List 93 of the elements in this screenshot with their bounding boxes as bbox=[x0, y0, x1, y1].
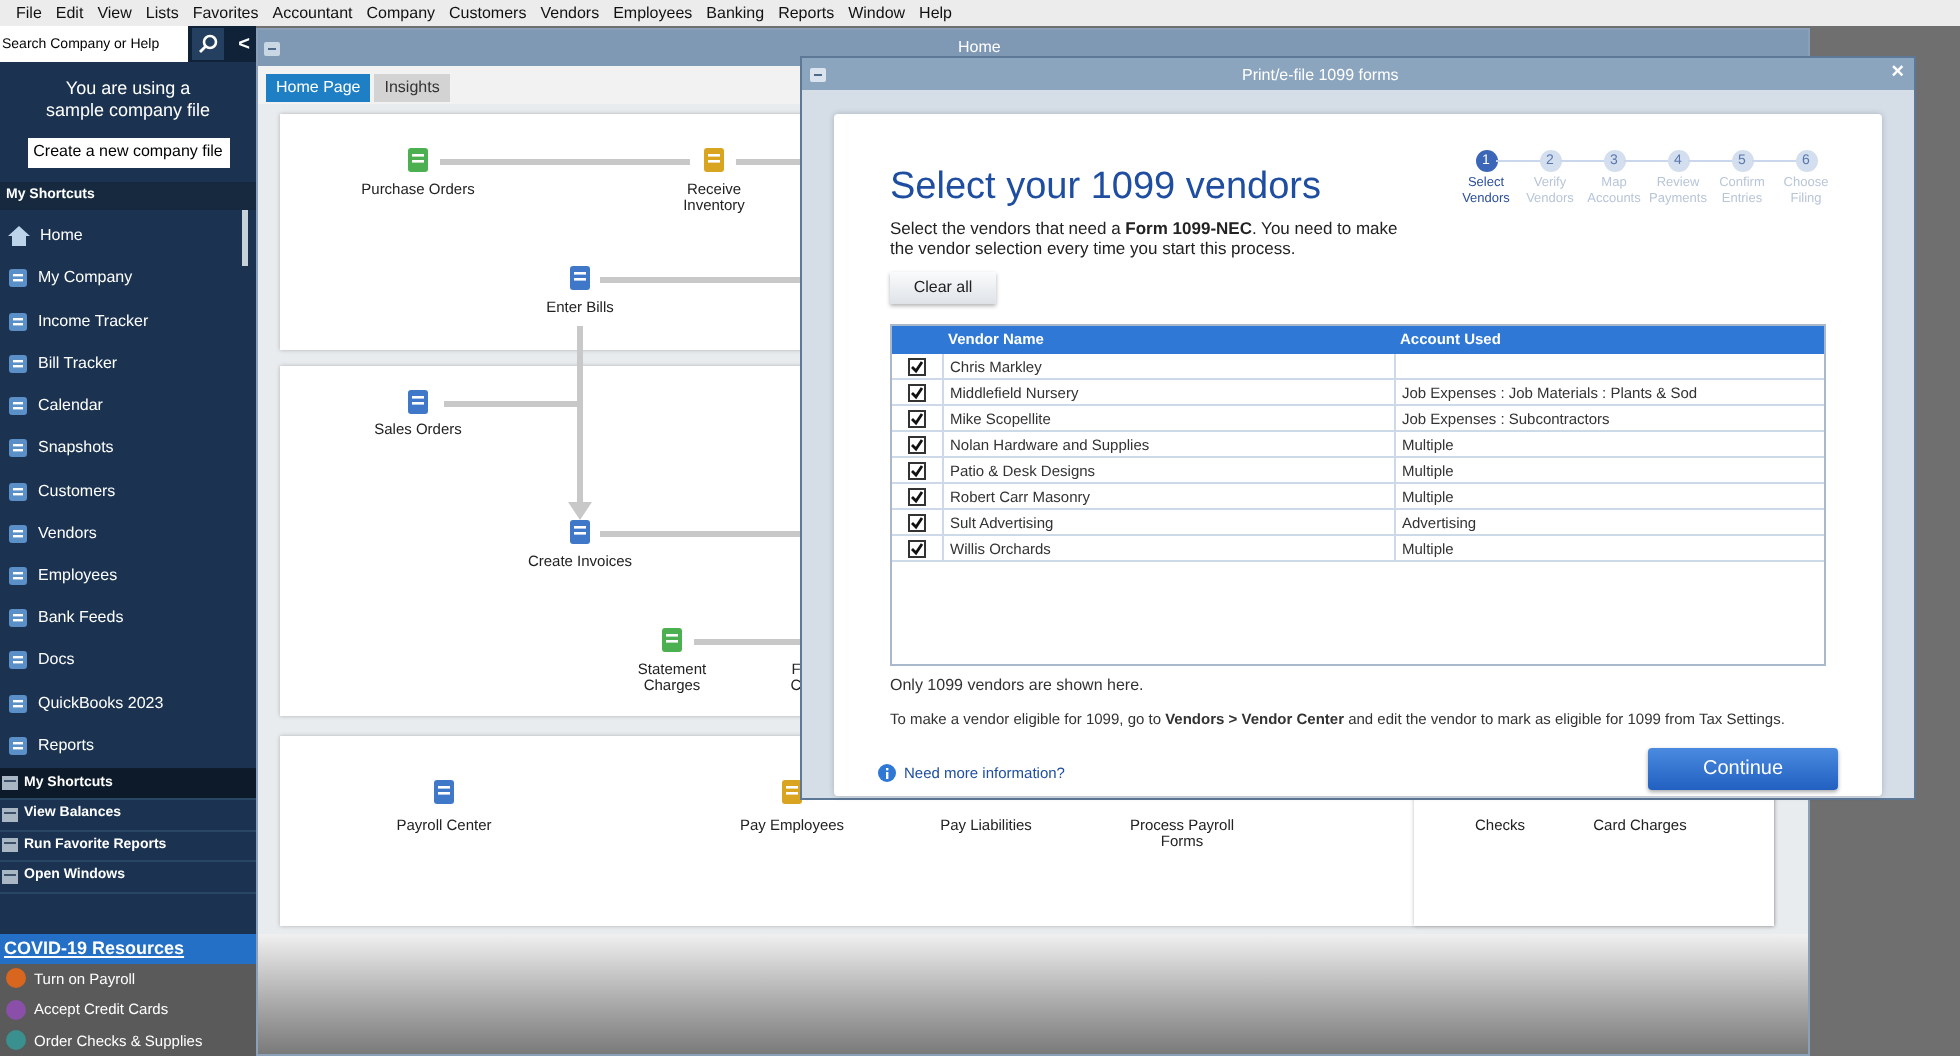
panel-icon bbox=[2, 807, 18, 822]
document-icon bbox=[406, 388, 430, 416]
shortcut-item[interactable]: Reports bbox=[0, 724, 256, 768]
menu-item[interactable]: Window bbox=[848, 5, 906, 21]
shortcut-item[interactable]: Bill Tracker bbox=[0, 342, 256, 385]
menu-item[interactable]: Favorites bbox=[192, 5, 259, 21]
tile-icon bbox=[8, 481, 28, 502]
menu-item[interactable]: Edit bbox=[55, 5, 84, 21]
shortcut-item[interactable]: Income Tracker bbox=[0, 299, 256, 343]
tab[interactable]: Home Page bbox=[266, 74, 371, 102]
shortcut-item[interactable]: Bank Feeds bbox=[0, 597, 256, 640]
search-icon bbox=[198, 34, 219, 55]
menu-item[interactable]: Company bbox=[366, 5, 436, 21]
menu-item[interactable]: Vendors bbox=[540, 5, 600, 21]
dialog-description: Select the vendors that need a Form 1099-NEC. You need to make the vendor selection every time you start this process. bbox=[890, 218, 1400, 258]
menu-item[interactable]: File bbox=[16, 5, 42, 21]
shortcut-label: Bill Tracker bbox=[38, 351, 118, 376]
shortcut-item[interactable]: Employees bbox=[0, 554, 256, 598]
shortcut-item[interactable]: Calendar bbox=[0, 384, 256, 428]
tile-icon bbox=[8, 693, 28, 714]
shortcut-label: Docs bbox=[38, 648, 75, 673]
promo-title[interactable]: COVID-19 Resources bbox=[0, 933, 256, 963]
shortcut-item[interactable]: Vendors bbox=[0, 512, 256, 555]
checkbox[interactable] bbox=[908, 435, 926, 453]
shortcut-label: QuickBooks 2023 bbox=[38, 691, 164, 716]
menu-item[interactable]: Accountant bbox=[272, 5, 353, 21]
document-icon bbox=[432, 778, 456, 806]
shortcut-label: Calendar bbox=[38, 394, 103, 419]
dialog-heading: Select your 1099 vendors bbox=[890, 166, 1323, 210]
checkbox[interactable] bbox=[908, 383, 926, 401]
tile-icon bbox=[8, 608, 28, 629]
shortcut-item[interactable]: My Company bbox=[0, 257, 256, 300]
shortcut-label: Income Tracker bbox=[38, 309, 149, 334]
shortcut-item[interactable]: QuickBooks 2023 bbox=[0, 682, 256, 725]
connector-line bbox=[444, 401, 580, 407]
checkbox[interactable] bbox=[908, 409, 926, 427]
menu-item[interactable]: Help bbox=[919, 5, 952, 21]
document-icon bbox=[702, 146, 726, 174]
menu-item[interactable]: Customers bbox=[449, 5, 527, 21]
minimize-icon bbox=[810, 67, 826, 81]
shortcut-label: Home bbox=[40, 224, 83, 249]
sample-notice: You are using a sample company file bbox=[43, 78, 213, 123]
collapse-button[interactable]: < bbox=[232, 29, 256, 60]
shortcut-label: Snapshots bbox=[38, 436, 114, 461]
shortcut-item[interactable]: Docs bbox=[0, 639, 256, 683]
continue-button[interactable]: Continue bbox=[1648, 748, 1838, 790]
tile-icon bbox=[8, 565, 28, 586]
tile-icon bbox=[8, 311, 28, 332]
scrollbar-thumb[interactable] bbox=[242, 209, 248, 265]
menu-item[interactable]: View bbox=[97, 5, 132, 21]
shortcut-label: My Company bbox=[38, 266, 133, 291]
document-icon bbox=[406, 146, 430, 174]
checkbox[interactable] bbox=[908, 357, 926, 375]
tile-icon bbox=[8, 438, 28, 459]
create-company-button[interactable]: Create a new company file bbox=[27, 138, 229, 167]
checkbox[interactable] bbox=[908, 539, 926, 557]
panel-icon bbox=[2, 776, 18, 791]
shortcut-label: Reports bbox=[38, 733, 95, 758]
shortcut-label: Vendors bbox=[38, 521, 97, 546]
shortcut-label: Employees bbox=[38, 563, 118, 588]
note-text: Only 1099 vendors are shown here. bbox=[890, 674, 1146, 698]
tab[interactable]: Insights bbox=[374, 74, 450, 102]
tile-icon bbox=[8, 268, 28, 289]
house-icon bbox=[8, 226, 30, 247]
tile-icon bbox=[8, 353, 28, 374]
menu-item[interactable]: Lists bbox=[145, 5, 179, 21]
checkbox[interactable] bbox=[908, 487, 926, 505]
shortcut-item[interactable]: Home bbox=[0, 215, 256, 258]
shortcut-item[interactable]: Customers bbox=[0, 469, 256, 513]
window-title: Home bbox=[958, 36, 1001, 60]
tile-icon bbox=[8, 396, 28, 417]
checkbox[interactable] bbox=[908, 513, 926, 531]
checkbox[interactable] bbox=[908, 461, 926, 479]
document-icon bbox=[568, 518, 592, 546]
clear-all-button[interactable]: Clear all bbox=[890, 272, 996, 304]
tile-icon bbox=[8, 735, 28, 756]
shortcut-label: Bank Feeds bbox=[38, 606, 124, 631]
search-button[interactable] bbox=[192, 28, 225, 61]
document-icon bbox=[660, 626, 684, 654]
document-icon bbox=[568, 264, 592, 292]
shortcut-item[interactable]: Snapshots bbox=[0, 427, 256, 470]
document-icon bbox=[780, 778, 804, 806]
tile-icon bbox=[8, 650, 28, 671]
tile-icon bbox=[8, 523, 28, 544]
window-title: Print/e-file 1099 forms bbox=[1242, 64, 1399, 88]
panel-icon bbox=[2, 838, 18, 853]
shortcut-label: Customers bbox=[38, 479, 116, 504]
panel-icon bbox=[2, 869, 18, 884]
menu-item[interactable]: Banking bbox=[706, 5, 765, 21]
menu-item[interactable]: Reports bbox=[778, 5, 835, 21]
info-icon bbox=[878, 763, 896, 782]
menu-item[interactable]: Employees bbox=[613, 5, 693, 21]
minimize-icon bbox=[264, 41, 280, 55]
